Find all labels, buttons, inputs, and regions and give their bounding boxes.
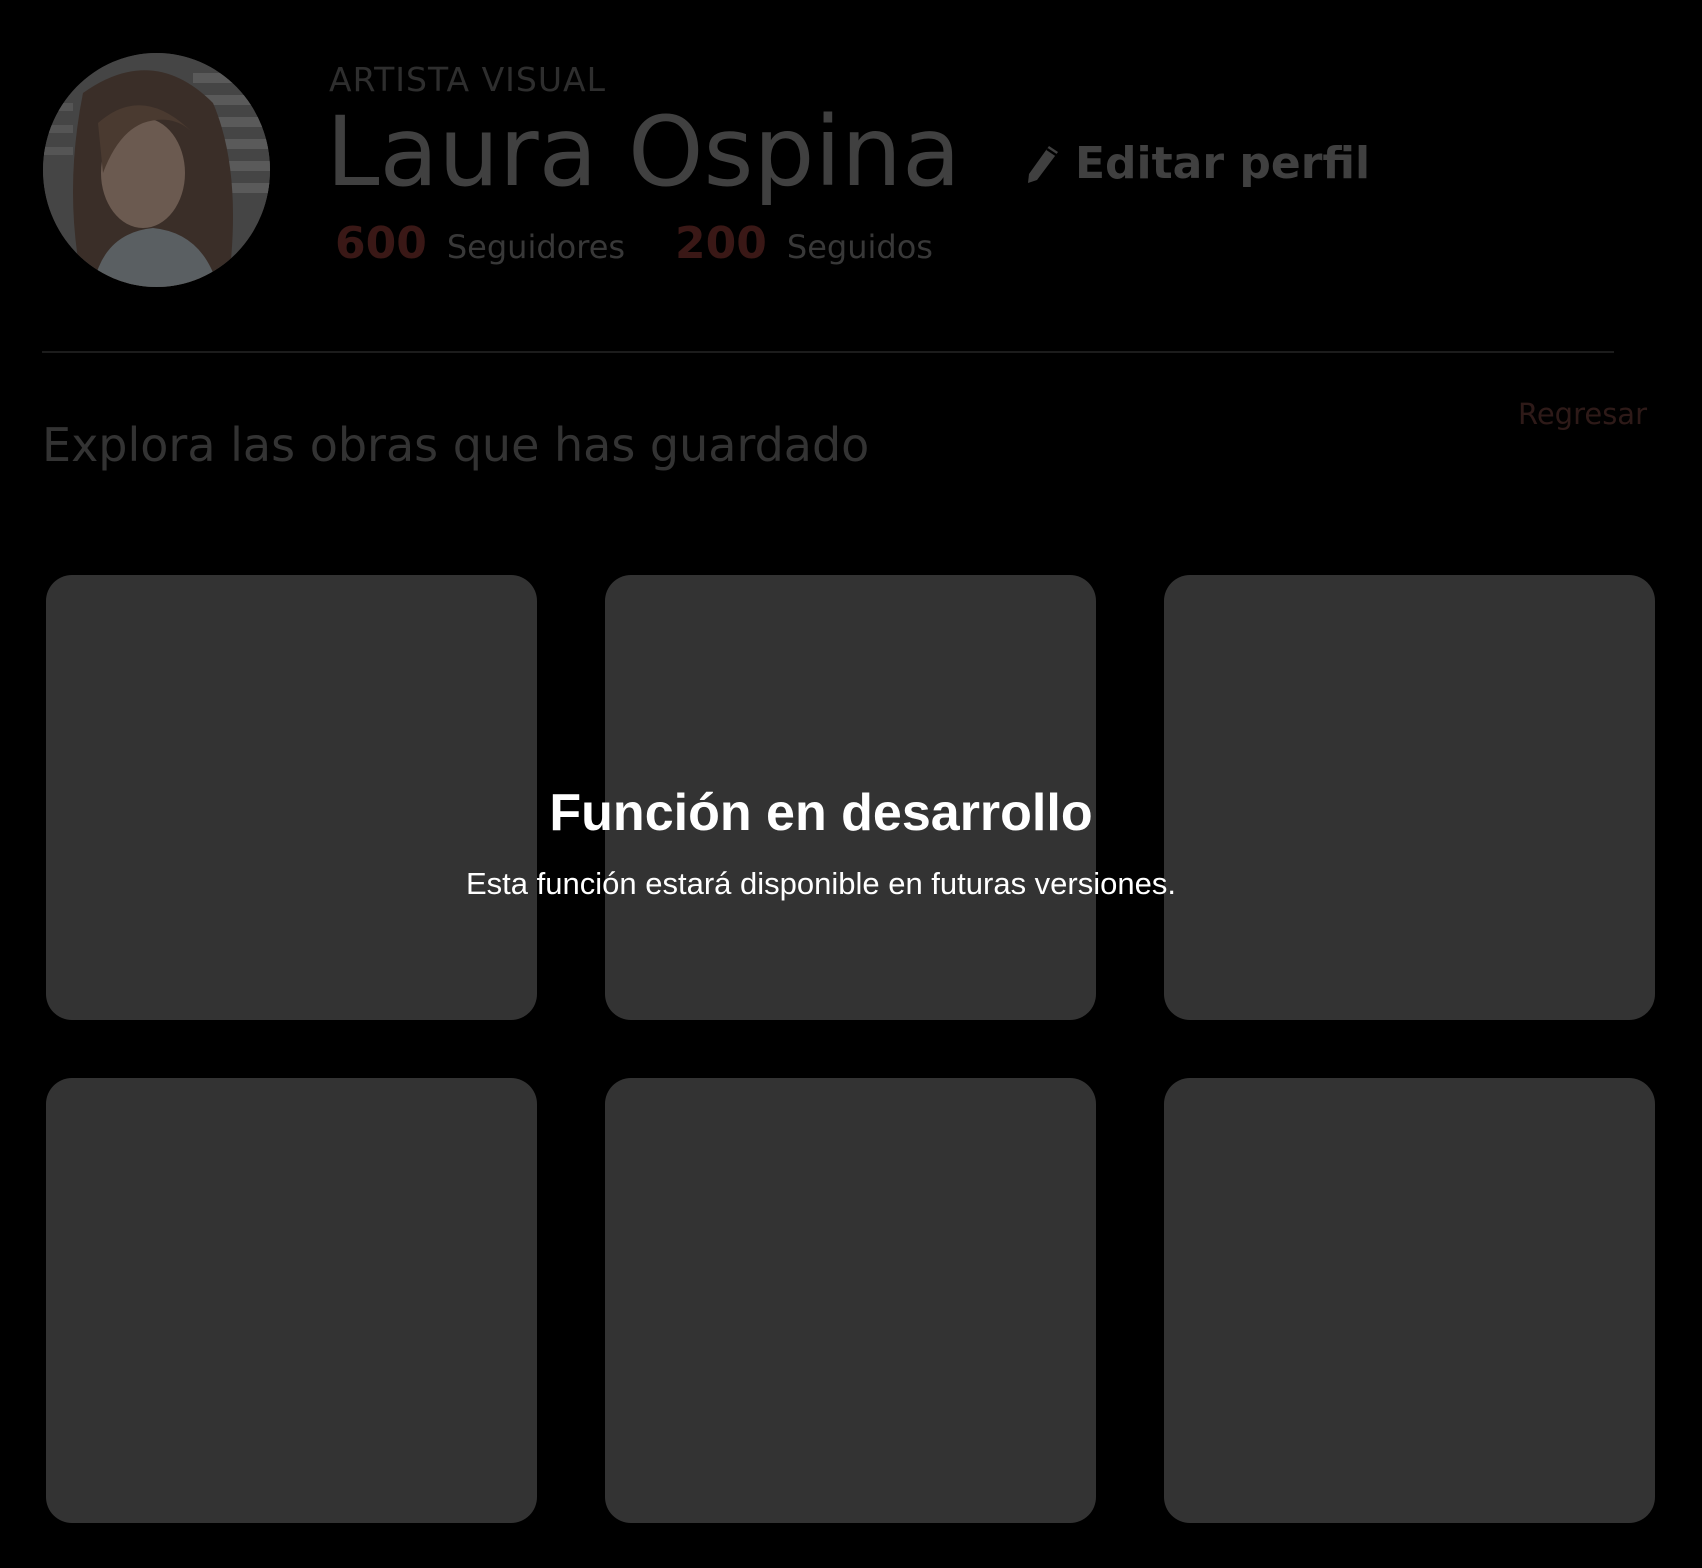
followers-count: 600 xyxy=(335,218,427,269)
saved-works-grid xyxy=(46,575,1655,1523)
following-stat[interactable]: 200 Seguidos xyxy=(675,218,933,269)
saved-work-card[interactable] xyxy=(605,1078,1096,1523)
header-divider xyxy=(42,351,1614,353)
profile-role: ARTISTA VISUAL xyxy=(329,60,606,99)
profile-avatar xyxy=(43,53,270,287)
development-notice-message: Esta función estará disponible en futura… xyxy=(466,866,1176,902)
development-notice-title: Función en desarrollo xyxy=(549,784,1093,842)
edit-profile-label: Editar perfil xyxy=(1075,138,1371,189)
followers-label: Seguidores xyxy=(446,228,626,266)
following-count: 200 xyxy=(675,218,767,269)
back-link[interactable]: Regresar xyxy=(1518,397,1647,431)
profile-page: ARTISTA VISUAL Laura Ospina Editar perfi… xyxy=(0,0,1702,1568)
saved-work-card[interactable] xyxy=(1164,1078,1655,1523)
saved-work-card[interactable] xyxy=(46,1078,537,1523)
pencil-icon xyxy=(1028,145,1058,183)
profile-stats: 600 Seguidores 200 Seguidos xyxy=(335,218,933,269)
development-notice: Función en desarrollo Esta función estar… xyxy=(0,782,1642,902)
saved-section-title: Explora las obras que has guardado xyxy=(42,418,870,472)
profile-name: Laura Ospina xyxy=(326,96,961,208)
followers-stat[interactable]: 600 Seguidores xyxy=(335,218,625,269)
following-label: Seguidos xyxy=(786,228,933,266)
edit-profile-button[interactable]: Editar perfil xyxy=(1025,138,1370,189)
